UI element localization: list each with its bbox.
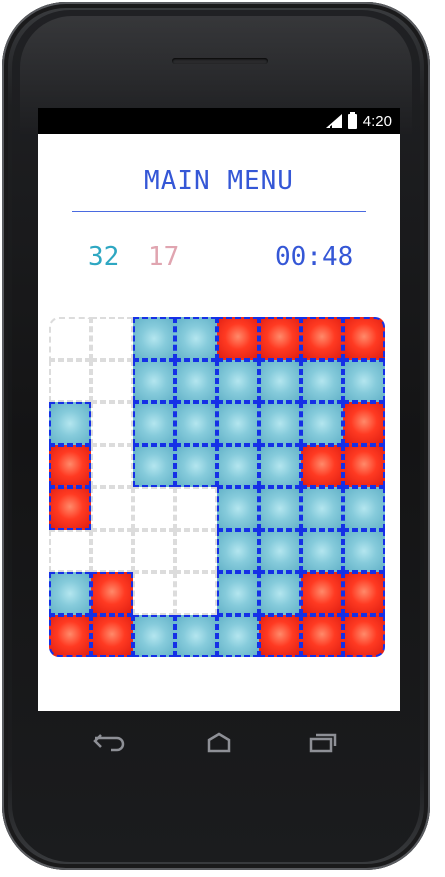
back-button[interactable] <box>90 727 130 757</box>
blue-tile[interactable] <box>217 614 259 657</box>
blue-tile[interactable] <box>259 572 301 615</box>
blue-tile[interactable] <box>259 529 301 572</box>
recents-icon <box>309 733 337 753</box>
blue-tile[interactable] <box>259 487 301 530</box>
red-tile[interactable] <box>259 614 301 657</box>
blue-tile[interactable] <box>133 614 175 657</box>
blue-tile[interactable] <box>301 359 343 402</box>
empty-tile[interactable] <box>91 529 133 572</box>
red-tile[interactable] <box>49 614 91 657</box>
red-tile[interactable] <box>343 317 385 360</box>
red-tile[interactable] <box>301 317 343 360</box>
red-tile[interactable] <box>217 317 259 360</box>
blue-tile[interactable] <box>133 317 175 360</box>
blue-tile[interactable] <box>175 359 217 402</box>
blue-tile[interactable] <box>217 529 259 572</box>
empty-tile[interactable] <box>49 317 91 360</box>
empty-tile[interactable] <box>133 529 175 572</box>
blue-tile[interactable] <box>259 402 301 445</box>
blue-tile[interactable] <box>217 487 259 530</box>
blue-tile[interactable] <box>49 402 91 445</box>
red-tile[interactable] <box>91 572 133 615</box>
blue-tile[interactable] <box>259 444 301 487</box>
status-right: 4:20 <box>325 111 392 131</box>
signal-icon <box>325 114 342 128</box>
blue-tile[interactable] <box>301 529 343 572</box>
blue-tile[interactable] <box>343 487 385 530</box>
blue-tile[interactable] <box>49 572 91 615</box>
blue-tile[interactable] <box>259 359 301 402</box>
red-tile[interactable] <box>49 487 91 530</box>
main-menu-button[interactable]: MAIN MENU <box>38 166 400 196</box>
red-tile[interactable] <box>301 444 343 487</box>
recents-button[interactable] <box>303 727 343 757</box>
blue-tile[interactable] <box>217 572 259 615</box>
red-tile[interactable] <box>343 614 385 657</box>
back-icon <box>93 734 125 752</box>
blue-tile[interactable] <box>301 487 343 530</box>
home-icon <box>207 732 231 753</box>
red-tile[interactable] <box>301 572 343 615</box>
blue-tile[interactable] <box>343 359 385 402</box>
blue-count: 32 <box>88 242 120 272</box>
blue-tile[interactable] <box>133 444 175 487</box>
red-tile[interactable] <box>259 317 301 360</box>
empty-tile[interactable] <box>91 444 133 487</box>
empty-tile[interactable] <box>133 487 175 530</box>
battery-icon <box>347 111 357 129</box>
title-divider <box>72 211 366 212</box>
red-count: 17 <box>148 242 180 272</box>
blue-tile[interactable] <box>175 444 217 487</box>
earpiece <box>172 58 268 64</box>
empty-tile[interactable] <box>49 359 91 402</box>
nav-bar <box>38 711 400 773</box>
red-tile[interactable] <box>91 614 133 657</box>
blue-tile[interactable] <box>217 402 259 445</box>
empty-tile[interactable] <box>91 317 133 360</box>
blue-tile[interactable] <box>217 444 259 487</box>
blue-tile[interactable] <box>133 359 175 402</box>
blue-tile[interactable] <box>175 614 217 657</box>
home-button[interactable] <box>199 727 239 757</box>
empty-tile[interactable] <box>175 572 217 615</box>
status-bar: 4:20 <box>38 108 400 134</box>
red-tile[interactable] <box>343 572 385 615</box>
empty-tile[interactable] <box>91 402 133 445</box>
blue-tile[interactable] <box>217 359 259 402</box>
blue-tile[interactable] <box>175 317 217 360</box>
empty-tile[interactable] <box>91 359 133 402</box>
blue-tile[interactable] <box>133 402 175 445</box>
red-tile[interactable] <box>49 444 91 487</box>
empty-tile[interactable] <box>175 487 217 530</box>
blue-tile[interactable] <box>301 402 343 445</box>
red-tile[interactable] <box>343 402 385 445</box>
timer: 00:48 <box>275 242 354 272</box>
empty-tile[interactable] <box>91 487 133 530</box>
blue-tile[interactable] <box>175 402 217 445</box>
empty-tile[interactable] <box>49 529 91 572</box>
screen: 4:20 MAIN MENU 32 17 00:48 <box>38 108 400 711</box>
empty-tile[interactable] <box>175 529 217 572</box>
game-board[interactable] <box>49 317 385 657</box>
red-tile[interactable] <box>301 614 343 657</box>
blue-tile[interactable] <box>343 529 385 572</box>
red-tile[interactable] <box>343 444 385 487</box>
status-time: 4:20 <box>362 112 392 130</box>
empty-tile[interactable] <box>133 572 175 615</box>
